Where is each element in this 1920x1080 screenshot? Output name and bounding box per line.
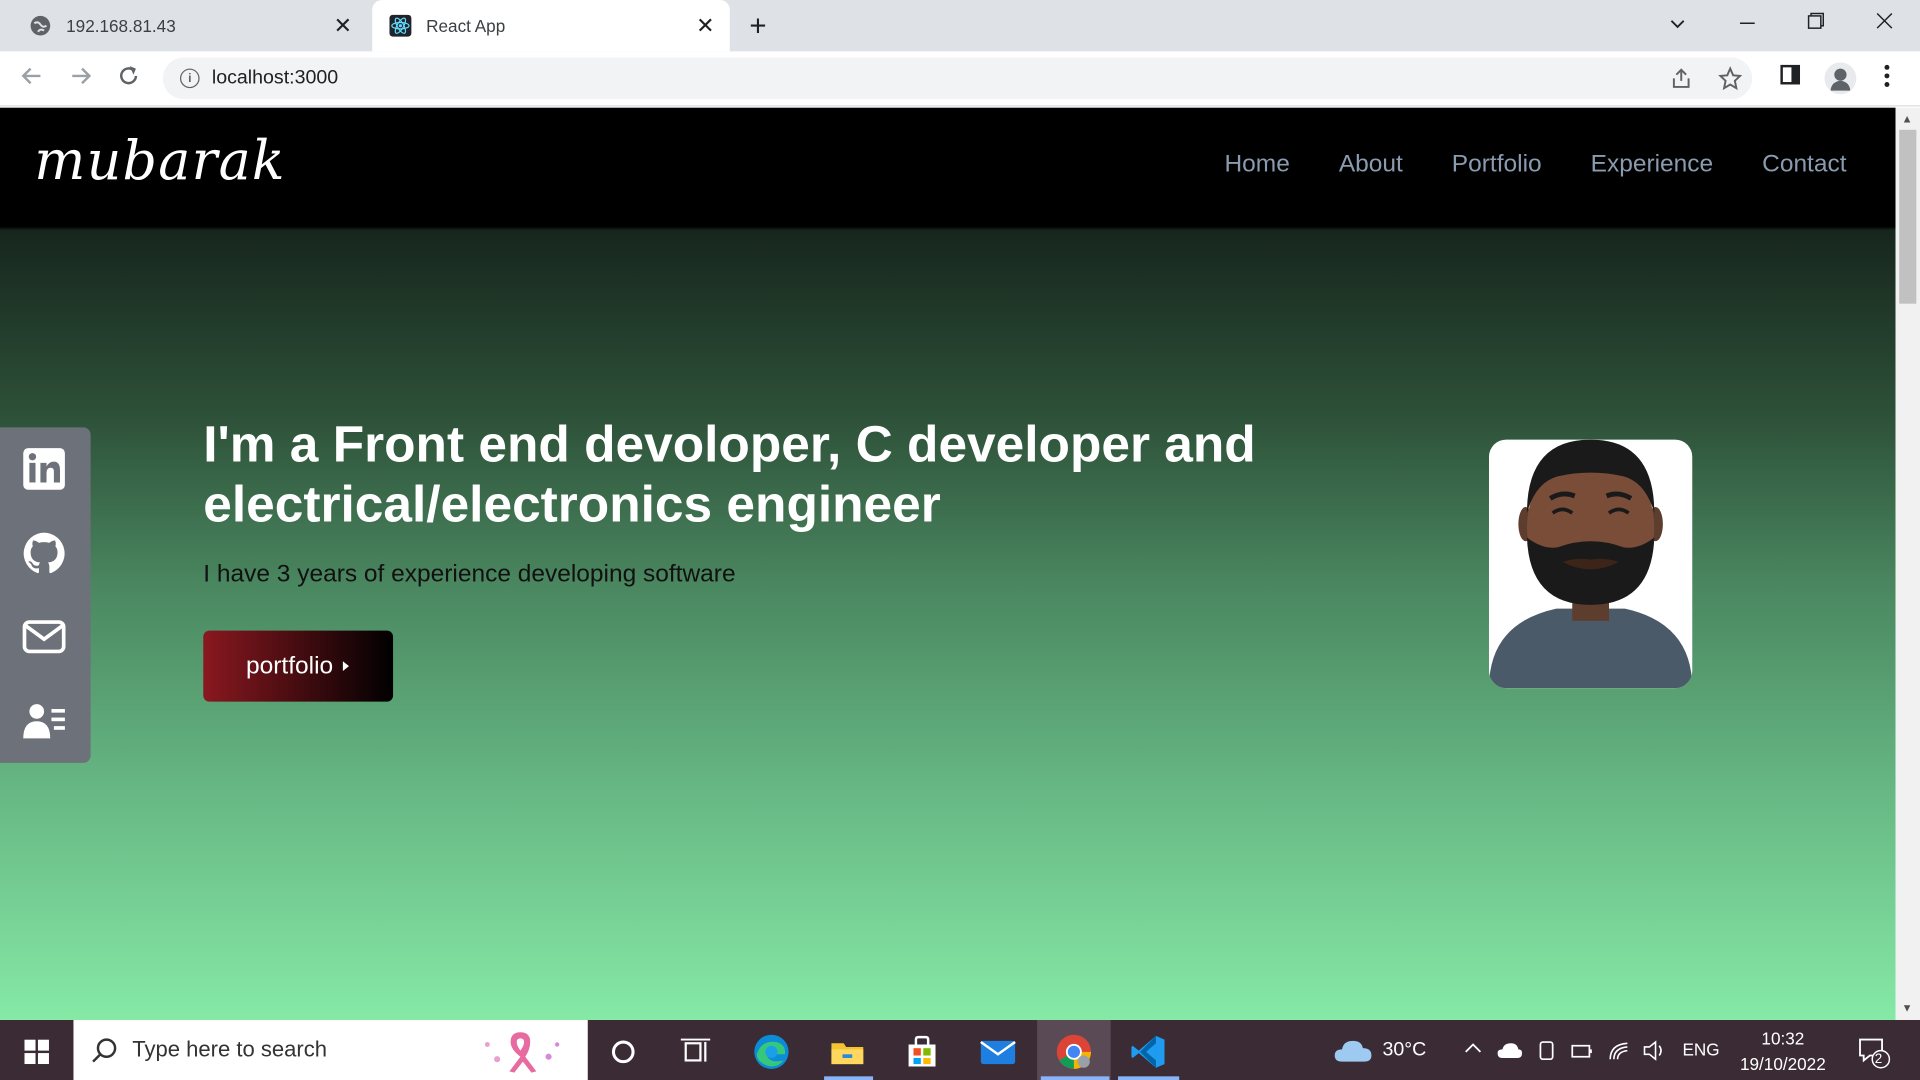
hero-subtitle: I have 3 years of experience developing … [203,560,736,588]
weather-cloud-icon[interactable] [1332,1032,1374,1071]
onedrive-icon[interactable] [1496,1040,1523,1062]
scroll-down-icon[interactable]: ▼ [1902,1002,1913,1014]
portfolio-button[interactable]: portfolio [203,630,394,702]
tab-title: 192.168.81.43 [66,15,176,36]
site-navbar: mubarak Home About Portfolio Experience … [0,107,1896,227]
profile-avatar[interactable] [1824,62,1857,95]
new-tab-button[interactable]: + [749,10,766,44]
mail-app-icon[interactable] [978,1032,1017,1071]
site-info-icon[interactable]: i [180,68,200,89]
bookmark-star-icon[interactable] [1718,66,1743,91]
windows-start-icon[interactable] [24,1039,49,1065]
file-explorer-icon[interactable] [828,1032,867,1071]
menu-dots-icon[interactable] [1878,64,1895,88]
nav-experience[interactable]: Experience [1591,151,1714,179]
show-hidden-icons[interactable] [1465,1040,1482,1057]
notification-count: 2 [1874,1051,1883,1067]
vscode-active-indicator [1117,1076,1180,1080]
resume-icon[interactable] [22,699,66,743]
side-panel-icon[interactable] [1779,64,1801,86]
tab-react-app[interactable]: React App ✕ [372,0,730,52]
nav-links: Home About Portfolio Experience Contact [1225,151,1847,179]
close-icon[interactable]: ✕ [331,13,355,39]
react-icon [389,14,412,37]
search-placeholder: Type here to search [132,1037,328,1062]
edge-icon[interactable] [752,1032,791,1071]
notification-center-icon[interactable] [1856,1035,1891,1069]
weather-temp[interactable]: 30°C [1382,1040,1426,1062]
close-icon[interactable]: ✕ [693,13,717,39]
windows-taskbar: Type here to search 30°C ENG 10:32 19/10… [0,1020,1920,1080]
nav-contact[interactable]: Contact [1762,151,1846,179]
browser-toolbar: i localhost:3000 [0,51,1920,107]
site-logo[interactable]: mubarak [34,130,286,192]
linkedin-icon[interactable] [22,447,66,491]
share-icon[interactable] [1669,66,1693,90]
task-view-icon[interactable] [676,1032,715,1071]
system-clock[interactable]: 10:32 19/10/2022 [1727,1026,1840,1077]
volume-icon[interactable] [1642,1040,1666,1062]
avatar-portrait [1488,439,1693,689]
taskbar-search-box[interactable]: Type here to search [73,1020,588,1080]
portfolio-button-label: portfolio [246,652,334,679]
social-sidebar [0,427,91,763]
forward-icon[interactable] [69,64,93,88]
globe-icon [30,15,51,36]
caret-right-icon [342,661,350,672]
chrome-active-indicator [1040,1076,1110,1080]
tab-search-icon[interactable] [1668,15,1688,35]
close-window-icon[interactable] [1876,12,1893,29]
web-page: mubarak Home About Portfolio Experience … [0,107,1896,1021]
back-icon[interactable] [20,64,44,88]
tab-strip: 192.168.81.43 ✕ React App ✕ + [0,0,1920,52]
explorer-active-indicator [824,1076,874,1080]
clock-time: 10:32 [1761,1028,1805,1049]
github-icon[interactable] [22,531,66,575]
restore-icon[interactable] [1807,12,1825,29]
avatar-illustration [1488,439,1693,689]
mail-icon[interactable] [22,615,66,659]
battery-icon[interactable] [1570,1040,1594,1062]
tab-192[interactable]: 192.168.81.43 ✕ [0,0,367,51]
device-icon[interactable] [1536,1040,1558,1062]
cortana-icon[interactable] [604,1032,643,1071]
nav-portfolio[interactable]: Portfolio [1452,151,1542,179]
pink-ribbon-icon [484,1032,560,1073]
vscode-icon[interactable] [1129,1032,1168,1071]
hero-headline: I'm a Front end devoloper, C developer a… [203,415,1256,533]
url-text: localhost:3000 [211,67,339,89]
minimize-icon[interactable] [1739,15,1756,32]
clock-date: 19/10/2022 [1739,1054,1826,1074]
nav-about[interactable]: About [1339,151,1403,179]
scrollbar-thumb[interactable] [1899,129,1917,304]
wifi-icon[interactable] [1608,1040,1630,1062]
search-icon [92,1037,117,1062]
microsoft-store-icon[interactable] [902,1032,941,1071]
address-bar[interactable]: i localhost:3000 [162,57,1753,100]
reload-icon[interactable] [116,64,140,88]
language-indicator[interactable]: ENG [1682,1040,1719,1060]
chrome-icon[interactable] [1054,1032,1093,1071]
scroll-up-icon[interactable]: ▲ [1902,113,1913,125]
page-scrollbar[interactable]: ▲ ▼ [1895,107,1920,1021]
tab-title: React App [426,15,506,36]
nav-home[interactable]: Home [1225,151,1290,179]
